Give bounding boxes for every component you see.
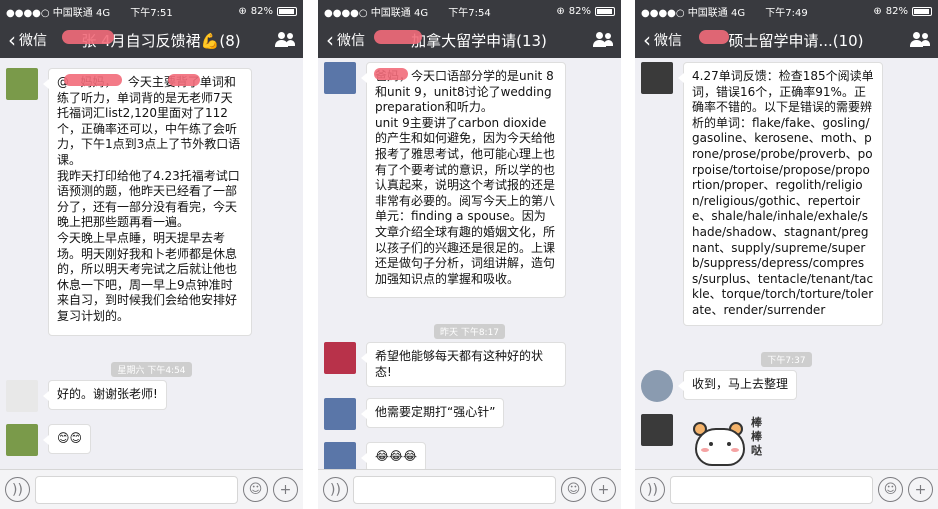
chat-area: 4.27单词反馈：检查185个阅读单词，错误16个，正确率91%。正确率不错的。… <box>635 58 938 469</box>
message-input[interactable] <box>35 475 238 504</box>
message-bubble[interactable]: 😂😂😂 <box>360 442 427 472</box>
input-bar: )) ☺ + <box>635 469 938 509</box>
timestamp: 星期六 下午4:54 <box>0 358 303 377</box>
message-bubble[interactable]: 😊😊 <box>42 424 92 454</box>
voice-icon[interactable]: )) <box>5 477 30 502</box>
emoji-icon[interactable]: ☺ <box>561 477 586 502</box>
group-members-icon[interactable] <box>275 32 295 48</box>
avatar[interactable] <box>6 68 38 100</box>
avatar[interactable] <box>324 342 356 374</box>
carrier-label: ●●●●○ 中国联通 4G <box>641 7 746 19</box>
message-input[interactable] <box>670 475 873 504</box>
sticker-text: 棒棒哒 <box>751 416 762 457</box>
status-right: ⊕ 82% <box>873 6 932 17</box>
avatar[interactable] <box>6 380 38 412</box>
carrier-label: ●●●●○ 中国联通 4G <box>6 7 111 19</box>
plus-icon[interactable]: + <box>273 477 298 502</box>
nav-bar: ‹ 微信 硕士留学申请...(10) <box>635 22 938 58</box>
input-bar: )) ☺ + <box>0 469 303 509</box>
chevron-left-icon: ‹ <box>326 28 334 52</box>
redaction-mark <box>699 30 729 44</box>
phone-screen-1: ●●●●○ 中国联通 4G 下午7:51 ⊕ 82% ‹ 微信 张 4月自习反馈裙… <box>0 0 303 509</box>
hamster-sticker[interactable]: 棒棒哒 <box>689 414 769 474</box>
emoji-icon[interactable]: ☺ <box>878 477 903 502</box>
chevron-left-icon: ‹ <box>8 28 16 52</box>
status-bar: ●●●●○ 中国联通 4G 下午7:49 ⊕ 82% <box>635 0 938 22</box>
plus-icon[interactable]: + <box>908 477 933 502</box>
back-label: 微信 <box>654 33 682 49</box>
message-bubble[interactable]: @ 妈妈， 今天主要背了单词和练了听力，单词背的是无老师7天托福词汇list2,… <box>43 68 252 336</box>
battery-percent: 82% <box>568 5 591 17</box>
redaction-mark <box>64 74 122 86</box>
group-members-icon[interactable] <box>910 32 930 48</box>
phone-screen-2: ●●●●○ 中国联通 4G 下午7:54 ⊕ 82% ‹ 微信 加拿大留学申请(1… <box>318 0 621 509</box>
battery-icon <box>277 6 297 16</box>
message-bubble[interactable]: 爸妈，今天口语部分学的是unit 8和unit 9，unit8讨论了weddin… <box>361 62 566 298</box>
battery-icon <box>912 6 932 16</box>
message-bubble[interactable]: 4.27单词反馈：检查185个阅读单词，错误16个，正确率91%。正确率不错的。… <box>678 62 883 326</box>
message-bubble[interactable]: 收到，马上去整理 <box>677 370 798 400</box>
avatar[interactable] <box>641 370 673 402</box>
chat-area: @ 妈妈， 今天主要背了单词和练了听力，单词背的是无老师7天托福词汇list2,… <box>0 58 303 469</box>
input-bar: )) ☺ + <box>318 469 621 509</box>
status-right: ⊕ 82% <box>556 6 615 17</box>
status-right: ⊕ 82% <box>238 6 297 17</box>
plus-icon[interactable]: + <box>591 477 616 502</box>
emoji-icon[interactable]: ☺ <box>243 477 268 502</box>
lock-rotation-icon: ⊕ <box>556 5 565 17</box>
message-bubble[interactable]: 好的。谢谢张老师! <box>43 380 167 410</box>
battery-percent: 82% <box>885 5 908 17</box>
avatar[interactable] <box>641 414 673 446</box>
status-bar: ●●●●○ 中国联通 4G 下午7:54 ⊕ 82% <box>318 0 621 22</box>
lock-rotation-icon: ⊕ <box>873 5 882 17</box>
screenshot-collage: ●●●●○ 中国联通 4G 下午7:51 ⊕ 82% ‹ 微信 张 4月自习反馈裙… <box>0 0 938 509</box>
redaction-mark <box>374 30 422 44</box>
avatar[interactable] <box>324 398 356 430</box>
redaction-mark <box>374 68 408 80</box>
message-bubble[interactable]: 希望他能够每天都有这种好的状态! <box>361 342 566 388</box>
chat-area: 爸妈，今天口语部分学的是unit 8和unit 9，unit8讨论了weddin… <box>318 58 621 474</box>
timestamp: 昨天 下午8:17 <box>318 320 621 339</box>
battery-icon <box>595 6 615 16</box>
carrier-label: ●●●●○ 中国联通 4G <box>324 7 429 19</box>
back-button[interactable]: ‹ 微信 <box>643 30 682 50</box>
status-bar: ●●●●○ 中国联通 4G 下午7:51 ⊕ 82% <box>0 0 303 22</box>
back-button[interactable]: ‹ 微信 <box>8 30 47 50</box>
back-label: 微信 <box>19 33 47 49</box>
nav-bar: ‹ 微信 张 4月自习反馈裙💪(8) <box>0 22 303 58</box>
redaction-mark <box>62 30 114 44</box>
group-members-icon[interactable] <box>593 32 613 48</box>
chevron-left-icon: ‹ <box>643 28 651 52</box>
battery-percent: 82% <box>250 5 273 17</box>
redaction-mark <box>168 74 200 86</box>
avatar[interactable] <box>324 62 356 94</box>
timestamp: 下午7:37 <box>635 348 938 367</box>
phone-screen-3: ●●●●○ 中国联通 4G 下午7:49 ⊕ 82% ‹ 微信 硕士留学申请...… <box>635 0 938 509</box>
back-label: 微信 <box>337 33 365 49</box>
avatar[interactable] <box>6 424 38 456</box>
message-bubble[interactable]: 他需要定期打“强心针” <box>360 398 505 428</box>
voice-icon[interactable]: )) <box>323 477 348 502</box>
avatar[interactable] <box>641 62 673 94</box>
nav-bar: ‹ 微信 加拿大留学申请(13) <box>318 22 621 58</box>
back-button[interactable]: ‹ 微信 <box>326 30 365 50</box>
message-input[interactable] <box>353 475 556 504</box>
lock-rotation-icon: ⊕ <box>238 5 247 17</box>
voice-icon[interactable]: )) <box>640 477 665 502</box>
